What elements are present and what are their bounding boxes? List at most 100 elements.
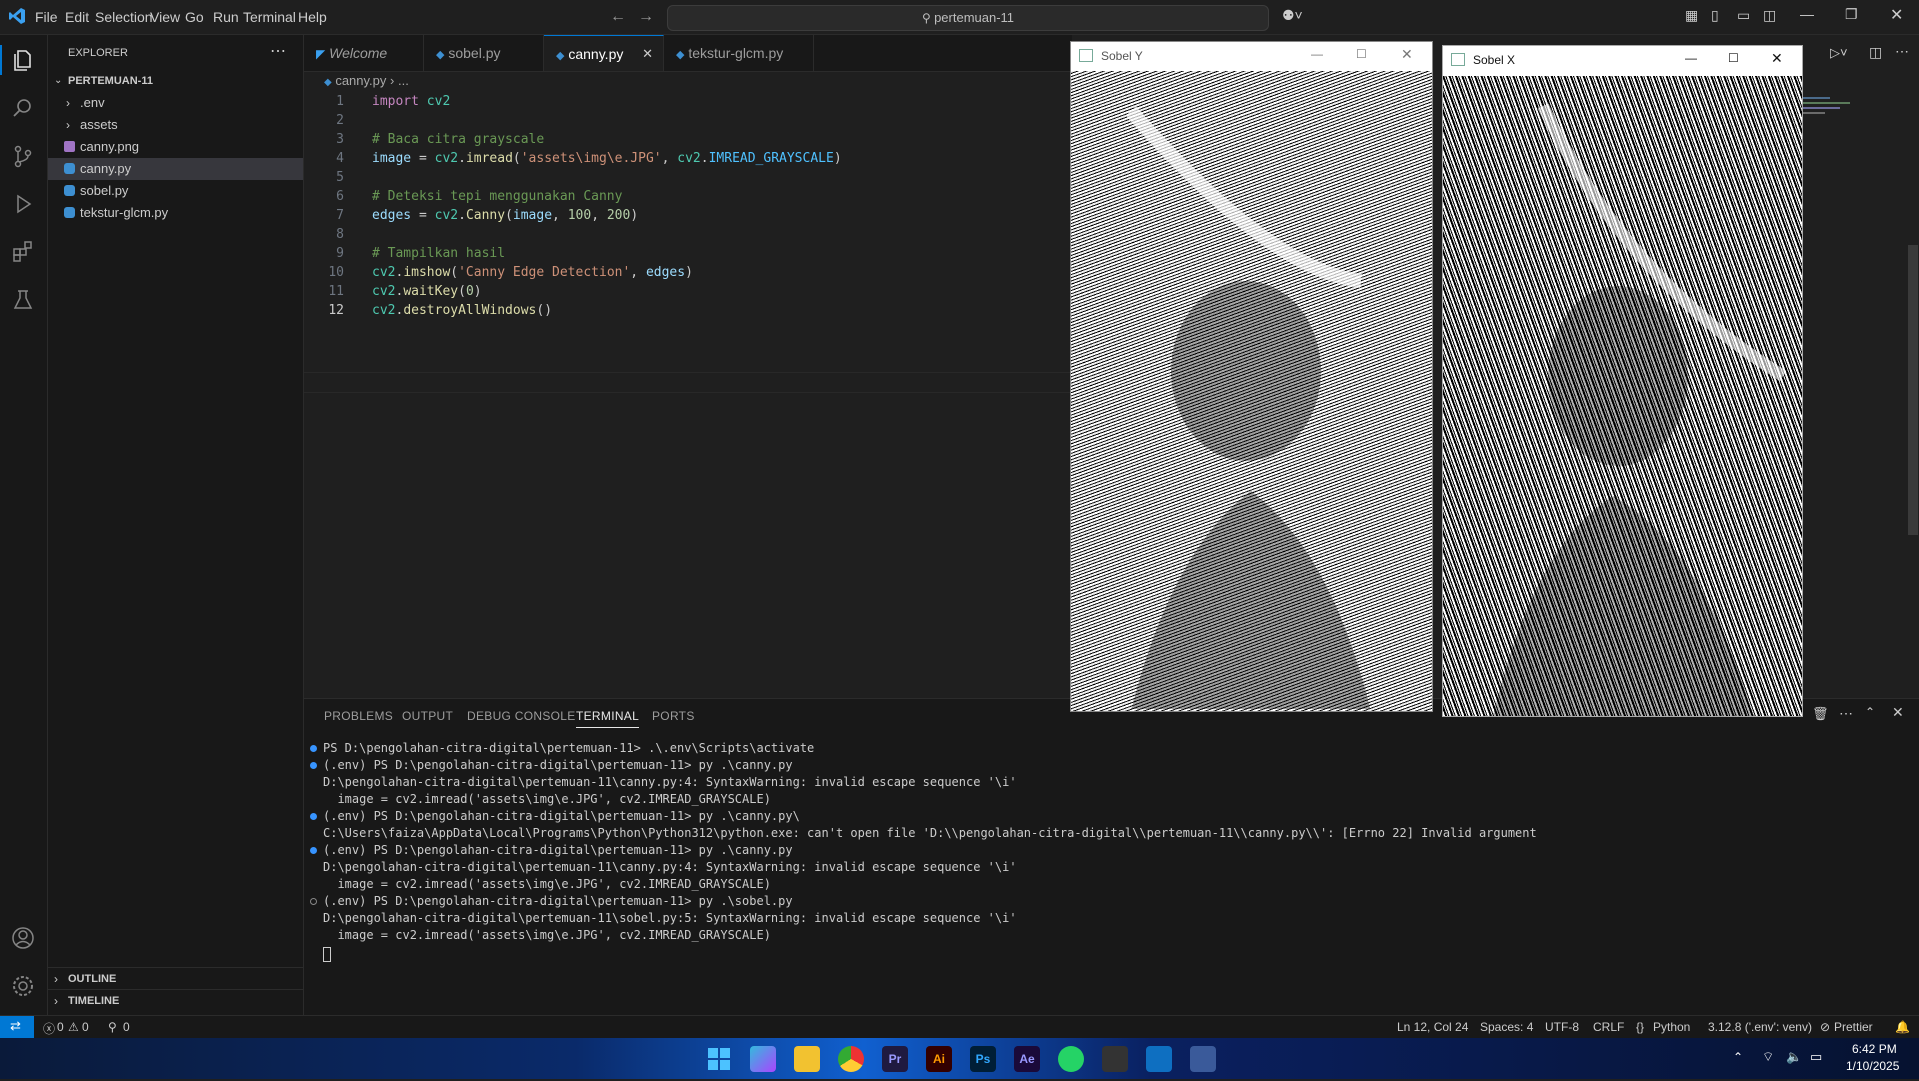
minimap[interactable]	[1800, 95, 1860, 125]
copilot-icon[interactable]	[750, 1046, 776, 1072]
accounts-icon[interactable]	[10, 925, 36, 951]
command-center-search[interactable]: ⚲ pertemuan-11	[667, 5, 1269, 31]
battery-icon[interactable]: ▭	[1810, 1049, 1822, 1065]
ports-count[interactable]: 0	[123, 1020, 130, 1034]
more-actions-icon[interactable]: ⋯	[1895, 43, 1909, 60]
tab-ports[interactable]: PORTS	[652, 709, 695, 723]
timeline-section[interactable]: › TIMELINE	[48, 989, 303, 1012]
photoshop-icon[interactable]: Ps	[970, 1046, 996, 1072]
terminal-icon[interactable]	[1102, 1046, 1128, 1072]
tab-canny-py[interactable]: ◆ canny.py ✕	[544, 35, 664, 71]
volume-icon[interactable]: 🔈	[1786, 1049, 1802, 1065]
restore-icon[interactable]: ❐	[1845, 6, 1858, 23]
maximize-panel-icon[interactable]: ⌃	[1865, 705, 1875, 719]
code-editor[interactable]: ◆ canny.py › ... 1 2 3 4 5 6 7 8 9 10 11…	[304, 72, 1072, 697]
close-icon[interactable]: ✕	[1890, 5, 1903, 25]
menu-terminal[interactable]: Terminal	[243, 9, 296, 25]
close-panel-icon[interactable]: ✕	[1892, 704, 1904, 721]
braces-icon[interactable]: {}	[1636, 1020, 1644, 1034]
tab-sobel-py[interactable]: ◆ sobel.py	[424, 35, 544, 71]
minimize-icon[interactable]: —	[1311, 47, 1323, 61]
after-effects-icon[interactable]: Ae	[1014, 1046, 1040, 1072]
tab-output[interactable]: OUTPUT	[402, 709, 453, 723]
tab-terminal[interactable]: TERMINAL	[576, 709, 640, 728]
errors-icon[interactable]: ⓧ	[43, 1020, 55, 1037]
chevron-up-icon[interactable]: ⌃	[1733, 1050, 1743, 1064]
tab-tekstur-glcm-py[interactable]: ◆ tekstur-glcm.py	[664, 35, 814, 71]
clock-time[interactable]: 6:42 PM	[1852, 1042, 1897, 1056]
extensions-icon[interactable]	[10, 239, 36, 265]
menu-run[interactable]: Run	[213, 9, 239, 25]
split-editor-icon[interactable]: ◫	[1869, 44, 1882, 61]
menu-view[interactable]: View	[150, 9, 180, 25]
whatsapp-icon[interactable]	[1058, 1046, 1084, 1072]
maximize-icon[interactable]: ☐	[1356, 47, 1367, 61]
tree-item-assets[interactable]: › assets	[48, 114, 303, 136]
close-tab-icon[interactable]: ✕	[642, 36, 653, 72]
scrollbar[interactable]	[1908, 245, 1918, 535]
prettier-status[interactable]: Prettier	[1834, 1020, 1873, 1034]
customize-layout-icon[interactable]: ▦	[1685, 7, 1698, 24]
toggle-sidebar-icon[interactable]: ▯	[1711, 7, 1719, 24]
close-icon[interactable]: ✕	[1771, 50, 1783, 67]
tab-welcome[interactable]: ◤ Welcome	[304, 35, 424, 71]
minimize-icon[interactable]: —	[1685, 51, 1697, 65]
minimize-icon[interactable]: —	[1800, 6, 1814, 22]
forward-arrow-icon[interactable]: →	[638, 8, 654, 26]
tree-item-tekstur-glcm-py[interactable]: tekstur-glcm.py	[48, 202, 303, 224]
menu-edit[interactable]: Edit	[65, 9, 89, 25]
trash-icon[interactable]: 🗑	[1812, 706, 1829, 722]
outline-section[interactable]: › OUTLINE	[48, 967, 303, 990]
ports-icon[interactable]: ⚲	[108, 1020, 117, 1034]
run-file-icon[interactable]: ▷˅	[1830, 45, 1848, 61]
chrome-icon[interactable]	[838, 1046, 864, 1072]
warnings-count[interactable]: 0	[82, 1020, 89, 1034]
toggle-panel-icon[interactable]: ▭	[1737, 7, 1750, 24]
window-titlebar[interactable]: Sobel X — ☐ ✕	[1443, 46, 1802, 74]
notifications-icon[interactable]: 🔔	[1895, 1020, 1910, 1034]
warnings-icon[interactable]: ⚠	[68, 1020, 79, 1034]
tree-item-canny-py[interactable]: canny.py	[48, 158, 303, 180]
premiere-icon[interactable]: Pr	[882, 1046, 908, 1072]
explorer-icon[interactable]	[10, 47, 36, 73]
toggle-secondary-sidebar-icon[interactable]: ◫	[1763, 7, 1776, 24]
breadcrumb-more[interactable]: ...	[398, 73, 409, 88]
clock-date[interactable]: 1/10/2025	[1846, 1059, 1899, 1073]
testing-icon[interactable]	[10, 287, 36, 313]
tab-debug-console[interactable]: DEBUG CONSOLE	[467, 709, 576, 723]
tree-item-sobel-py[interactable]: sobel.py	[48, 180, 303, 202]
sobel-x-window[interactable]: Sobel X — ☐ ✕	[1442, 45, 1803, 717]
source-control-icon[interactable]	[10, 143, 36, 169]
language-mode[interactable]: Python	[1653, 1020, 1690, 1034]
breadcrumb-file[interactable]: canny.py	[335, 73, 386, 88]
sobel-y-window[interactable]: Sobel Y — ☐ ✕	[1070, 41, 1433, 712]
python-taskbar-icon[interactable]	[1190, 1046, 1216, 1072]
tree-item-env[interactable]: › .env	[48, 92, 303, 114]
more-actions-icon[interactable]: ⋯	[1839, 705, 1853, 722]
tab-problems[interactable]: PROBLEMS	[324, 709, 393, 723]
wifi-icon[interactable]: ⌔	[1762, 1049, 1774, 1065]
illustrator-icon[interactable]: Ai	[926, 1046, 952, 1072]
remote-indicator[interactable]: ⇄	[0, 1016, 34, 1038]
vscode-taskbar-icon[interactable]	[1146, 1046, 1172, 1072]
run-debug-icon[interactable]	[10, 191, 36, 217]
encoding[interactable]: UTF-8	[1545, 1020, 1579, 1034]
terminal-output[interactable]: PS D:\pengolahan-citra-digital\pertemuan…	[304, 741, 1904, 1001]
windows-start-icon[interactable]	[706, 1046, 732, 1072]
close-icon[interactable]: ✕	[1401, 46, 1413, 63]
tree-item-canny-png[interactable]: canny.png	[48, 136, 303, 158]
back-arrow-icon[interactable]: ←	[610, 8, 626, 26]
indentation[interactable]: Spaces: 4	[1480, 1020, 1533, 1034]
menu-selection[interactable]: Selection	[95, 9, 153, 25]
menu-file[interactable]: File	[35, 9, 58, 25]
file-explorer-icon[interactable]	[794, 1046, 820, 1072]
line-ending[interactable]: CRLF	[1593, 1020, 1624, 1034]
copilot-icon[interactable]: ⚉˅	[1282, 7, 1303, 24]
maximize-icon[interactable]: ☐	[1728, 51, 1739, 65]
prettier-icon[interactable]: ⊘	[1820, 1020, 1830, 1034]
menu-help[interactable]: Help	[298, 9, 327, 25]
window-titlebar[interactable]: Sobel Y — ☐ ✕	[1071, 42, 1432, 70]
python-interpreter[interactable]: 3.12.8 ('.env': venv)	[1708, 1020, 1812, 1034]
settings-gear-icon[interactable]	[10, 973, 36, 999]
cursor-position[interactable]: Ln 12, Col 24	[1397, 1020, 1468, 1034]
